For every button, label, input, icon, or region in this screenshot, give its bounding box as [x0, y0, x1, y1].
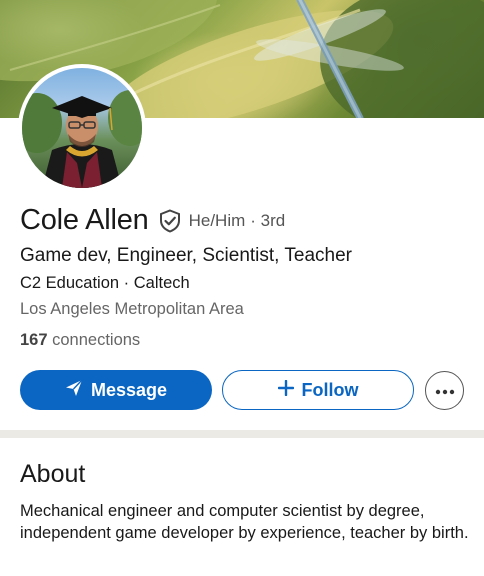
avatar-photo — [22, 68, 142, 188]
connection-degree: · 3rd — [250, 210, 286, 230]
profile-name: Cole Allen — [20, 204, 149, 236]
section-divider — [0, 430, 484, 438]
shield-check-icon[interactable] — [159, 208, 181, 233]
plus-icon — [277, 379, 294, 401]
about-text: Mechanical engineer and computer scienti… — [20, 502, 469, 542]
profile-avatar[interactable] — [18, 64, 146, 192]
connections-label: connections — [52, 331, 141, 349]
message-button[interactable]: Message — [20, 370, 212, 410]
connections-number: 167 — [20, 331, 48, 349]
paper-plane-icon — [65, 379, 83, 402]
connections-count[interactable]: 167 connections — [20, 331, 140, 350]
follow-button[interactable]: Follow — [222, 370, 414, 410]
profile-headline: Game dev, Engineer, Scientist, Teacher — [20, 245, 352, 266]
more-horizontal-icon — [435, 382, 455, 400]
profile-location: Los Angeles Metropolitan Area — [20, 300, 244, 318]
message-label: Message — [90, 379, 168, 400]
about-heading: About — [20, 460, 86, 488]
name-row: Cole Allen He/Him · 3rd — [20, 204, 285, 237]
follow-label: Follow — [301, 379, 359, 400]
more-options-button[interactable] — [425, 371, 464, 410]
profile-organization[interactable]: C2 Education · Caltech — [20, 274, 190, 293]
profile-pronouns: He/Him — [188, 210, 246, 230]
